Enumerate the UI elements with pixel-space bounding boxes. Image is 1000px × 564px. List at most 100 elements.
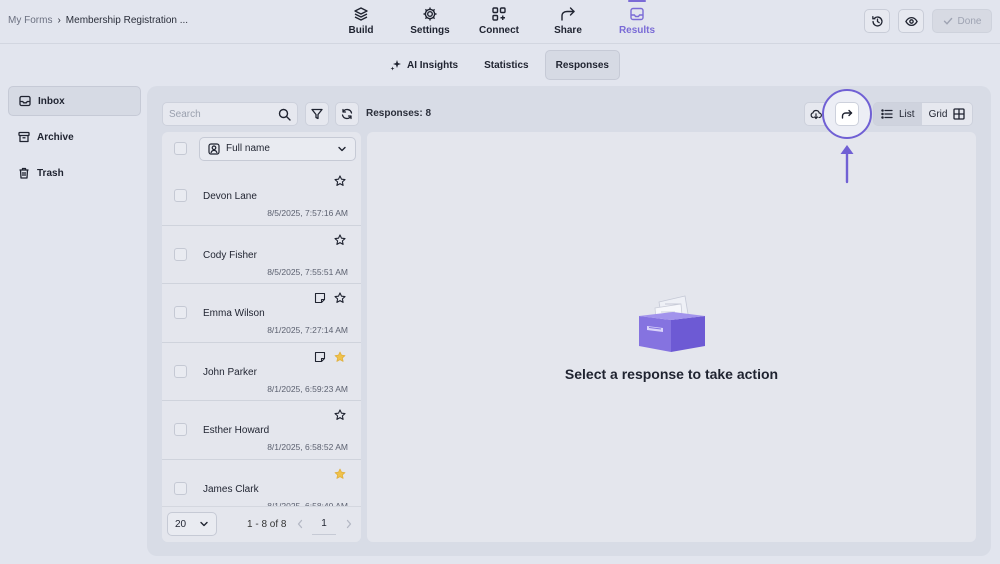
row-checkbox[interactable]: [174, 423, 187, 437]
filter-icon: [311, 108, 323, 120]
sidebar-item-trash[interactable]: Trash: [8, 158, 141, 188]
list-item[interactable]: Devon Lane 8/5/2025, 7:57:16 AM: [162, 167, 361, 226]
star-filled-icon[interactable]: [334, 351, 346, 363]
respondent-name: James Clark: [203, 483, 259, 495]
search-icon[interactable]: [278, 108, 291, 121]
search-box: [162, 102, 298, 126]
star-icon[interactable]: [334, 234, 346, 246]
responses-panel: Responses: 8 List Grid: [147, 86, 991, 556]
response-date: 8/5/2025, 7:55:51 AM: [267, 266, 348, 277]
nav-share[interactable]: Share: [538, 6, 598, 36]
layers-icon: [353, 6, 369, 22]
response-date: 8/1/2025, 7:27:14 AM: [267, 325, 348, 336]
pagination: 20 1 - 8 of 8 1: [162, 506, 361, 542]
page-size-select[interactable]: 20: [167, 512, 217, 536]
select-all-checkbox[interactable]: [174, 142, 187, 155]
nav-settings-label: Settings: [410, 25, 450, 36]
breadcrumb: My Forms › Membership Registration ...: [8, 15, 188, 26]
list-header: Full name: [162, 132, 361, 165]
preview-button[interactable]: [898, 9, 924, 33]
row-checkbox[interactable]: [174, 306, 187, 320]
row-checkbox[interactable]: [174, 481, 187, 495]
sidebar-item-label: Trash: [37, 167, 64, 179]
archive-icon: [18, 131, 30, 143]
breadcrumb-separator: ›: [57, 15, 61, 26]
sidebar: Inbox Archive Trash: [8, 86, 141, 194]
row-checkbox[interactable]: [174, 364, 187, 378]
list-item[interactable]: John Parker 8/1/2025, 6:59:23 AM: [162, 343, 361, 402]
forward-arrow-icon: [841, 108, 853, 120]
field-select[interactable]: Full name: [199, 136, 356, 161]
nav-results[interactable]: Results: [607, 0, 667, 36]
tab-statistics[interactable]: Statistics: [474, 50, 538, 80]
sidebar-item-label: Archive: [37, 131, 74, 143]
list-item[interactable]: Cody Fisher 8/5/2025, 7:55:51 AM: [162, 226, 361, 285]
field-select-value: Full name: [226, 143, 270, 154]
tab-responses[interactable]: Responses: [544, 50, 620, 80]
view-grid-button[interactable]: Grid: [921, 103, 973, 125]
respondent-name: Devon Lane: [203, 191, 257, 202]
star-icon[interactable]: [334, 409, 346, 421]
list-rows: Devon Lane 8/5/2025, 7:57:16 AM Cody Fis…: [162, 167, 361, 519]
view-toggle: List Grid: [873, 102, 974, 126]
tab-statistics-label: Statistics: [484, 59, 529, 71]
sidebar-item-inbox[interactable]: Inbox: [8, 86, 141, 116]
share-arrow-icon: [560, 6, 576, 22]
nav-active-indicator: [628, 0, 646, 2]
nav-share-label: Share: [554, 25, 582, 36]
history-icon: [871, 15, 884, 28]
star-icon[interactable]: [334, 292, 346, 304]
gear-icon: [422, 6, 438, 22]
forward-button[interactable]: [835, 102, 859, 126]
respondent-name: Emma Wilson: [203, 308, 265, 320]
sparkle-icon: [390, 59, 402, 71]
chevron-left-icon[interactable]: [296, 519, 304, 529]
cloud-download-icon: [810, 108, 822, 120]
history-button[interactable]: [864, 9, 890, 33]
star-filled-icon[interactable]: [334, 468, 346, 480]
nav-results-label: Results: [618, 25, 656, 36]
responses-count: Responses: 8: [366, 108, 432, 119]
responses-list: Full name Devon Lane 8/5/2025, 7:57:16 A…: [162, 132, 361, 542]
list-item[interactable]: Esther Howard 8/1/2025, 6:58:52 AM: [162, 401, 361, 460]
nav-build[interactable]: Build: [331, 6, 391, 36]
top-bar: My Forms › Membership Registration ... B…: [0, 0, 1000, 44]
page-size-value: 20: [175, 518, 187, 530]
result-subtabs: AI Insights Statistics Responses: [380, 50, 620, 80]
tab-responses-label: Responses: [555, 59, 609, 71]
refresh-button[interactable]: [335, 102, 359, 126]
page-number[interactable]: 1: [312, 513, 336, 535]
inbox-icon: [19, 95, 31, 107]
nav-connect[interactable]: Connect: [469, 6, 529, 36]
list-item[interactable]: Emma Wilson 8/1/2025, 7:27:14 AM: [162, 284, 361, 343]
pointer-arrow: [837, 142, 857, 184]
done-button[interactable]: Done: [932, 9, 992, 33]
response-date: 8/5/2025, 7:57:16 AM: [267, 208, 348, 218]
nav-connect-label: Connect: [479, 25, 519, 36]
response-detail: Select a response to take action: [367, 132, 976, 542]
view-list-label: List: [899, 108, 915, 120]
tab-ai-insights[interactable]: AI Insights: [380, 50, 468, 80]
breadcrumb-my-forms[interactable]: My Forms: [8, 15, 52, 26]
sidebar-item-archive[interactable]: Archive: [8, 122, 141, 152]
star-icon[interactable]: [334, 175, 346, 187]
response-date: 8/1/2025, 6:59:23 AM: [267, 383, 348, 394]
search-input[interactable]: [169, 108, 274, 120]
sidebar-item-label: Inbox: [38, 95, 65, 107]
grid-plus-icon: [491, 6, 507, 22]
view-list-button[interactable]: List: [874, 103, 922, 125]
refresh-icon: [341, 108, 353, 120]
filter-button[interactable]: [305, 102, 329, 126]
respondent-name: John Parker: [203, 366, 257, 378]
nav-settings[interactable]: Settings: [400, 6, 460, 36]
empty-inbox-illustration: [637, 290, 707, 356]
row-checkbox[interactable]: [174, 189, 187, 202]
top-right-actions: Done: [864, 9, 992, 33]
user-icon: [208, 142, 220, 155]
chevron-right-icon[interactable]: [345, 519, 353, 529]
list-icon: [881, 108, 893, 120]
response-date: 8/1/2025, 6:58:52 AM: [267, 442, 348, 453]
note-icon: [314, 292, 326, 304]
note-icon: [314, 351, 326, 363]
row-checkbox[interactable]: [174, 247, 187, 261]
